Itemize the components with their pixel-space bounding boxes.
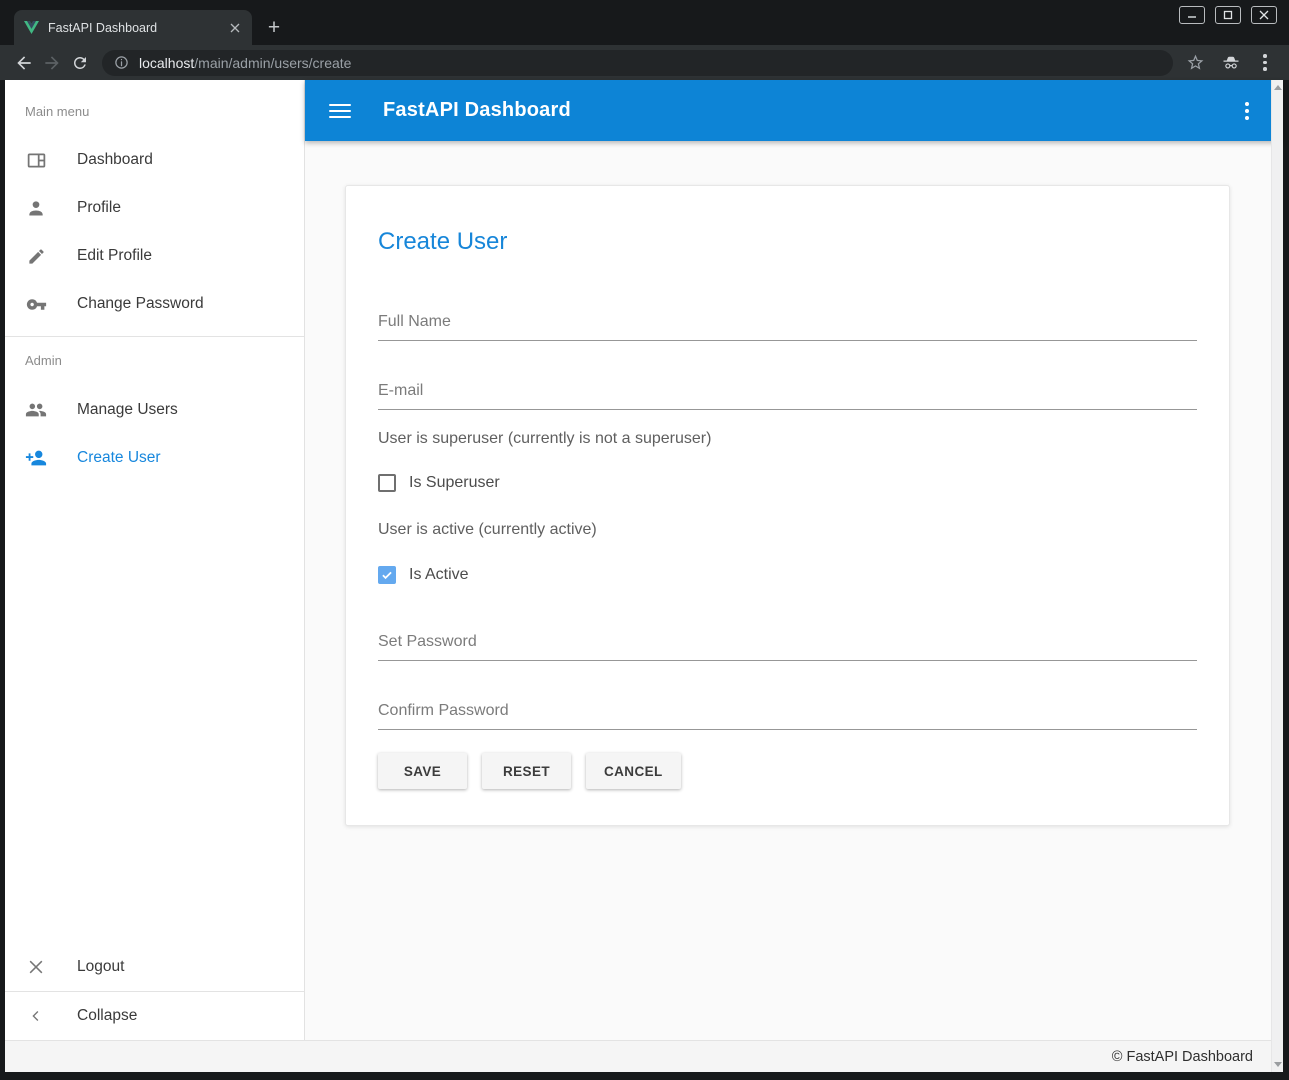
- is-active-checkbox[interactable]: Is Active: [378, 565, 1197, 585]
- sidebar-item-label: Change Password: [77, 295, 204, 313]
- main-content: FastAPI Dashboard Create User User is su…: [305, 80, 1283, 1040]
- checkbox-label: Is Active: [409, 566, 469, 584]
- person-add-icon: [25, 447, 47, 469]
- scroll-up-icon[interactable]: [1274, 85, 1282, 90]
- address-bar[interactable]: localhost/main/admin/users/create: [102, 50, 1173, 76]
- sidebar-item-label: Create User: [77, 449, 161, 467]
- appbar-kebab-icon[interactable]: [1235, 99, 1259, 123]
- checkbox-checked-icon[interactable]: [378, 566, 396, 584]
- sidebar-item-label: Profile: [77, 199, 121, 217]
- is-superuser-checkbox[interactable]: Is Superuser: [378, 473, 1197, 493]
- maximize-button[interactable]: [1215, 6, 1241, 24]
- sidebar-item-create-user[interactable]: Create User: [5, 434, 304, 482]
- sidebar-item-manage-users[interactable]: Manage Users: [5, 386, 304, 434]
- url-path: /main/admin/users/create: [194, 55, 351, 71]
- vue-favicon-icon: [24, 21, 39, 34]
- forward-icon[interactable]: [38, 49, 66, 77]
- new-tab-button[interactable]: +: [260, 14, 288, 42]
- window-controls: [1179, 6, 1277, 24]
- reset-button[interactable]: RESET: [482, 753, 571, 789]
- save-button[interactable]: SAVE: [378, 753, 467, 789]
- sidebar-section-admin: Admin: [5, 351, 304, 371]
- page-body: Main menu Dashboard Profile: [5, 80, 1283, 1072]
- active-helper-text: User is active (currently active): [378, 521, 1197, 539]
- page-scrollbar[interactable]: [1271, 80, 1283, 1072]
- url-text: localhost/main/admin/users/create: [139, 55, 351, 71]
- hamburger-menu-icon[interactable]: [329, 104, 351, 118]
- titlebar: FastAPI Dashboard +: [0, 0, 1289, 45]
- sidebar-item-change-password[interactable]: Change Password: [5, 280, 304, 328]
- chevron-left-icon: [25, 1005, 47, 1027]
- sidebar-item-profile[interactable]: Profile: [5, 184, 304, 232]
- checkbox-unchecked-icon[interactable]: [378, 474, 396, 492]
- sidebar-item-dashboard[interactable]: Dashboard: [5, 136, 304, 184]
- incognito-icon: [1217, 49, 1245, 77]
- superuser-helper-text: User is superuser (currently is not a su…: [378, 430, 1197, 448]
- checkbox-label: Is Superuser: [409, 474, 500, 492]
- sidebar-item-label: Dashboard: [77, 151, 153, 169]
- site-footer: © FastAPI Dashboard: [5, 1040, 1283, 1072]
- sidebar-item-collapse[interactable]: Collapse: [5, 992, 304, 1040]
- sidebar-section-main-menu: Main menu: [5, 102, 304, 122]
- confirm-password-input[interactable]: [378, 702, 1197, 730]
- tab-title: FastAPI Dashboard: [48, 21, 226, 35]
- app-bar: FastAPI Dashboard: [305, 80, 1283, 141]
- tab-close-icon[interactable]: [226, 19, 244, 37]
- browser-toolbar: localhost/main/admin/users/create: [0, 45, 1289, 80]
- back-icon[interactable]: [10, 49, 38, 77]
- close-window-button[interactable]: [1251, 6, 1277, 24]
- email-input[interactable]: [378, 382, 1197, 410]
- sidebar: Main menu Dashboard Profile: [5, 80, 305, 1040]
- sidebar-item-edit-profile[interactable]: Edit Profile: [5, 232, 304, 280]
- scroll-down-icon[interactable]: [1274, 1062, 1282, 1067]
- page-title: Create User: [378, 228, 1197, 256]
- minimize-button[interactable]: [1179, 6, 1205, 24]
- url-host: localhost: [139, 55, 194, 71]
- cancel-button[interactable]: CANCEL: [586, 753, 681, 789]
- sidebar-item-label: Edit Profile: [77, 247, 152, 265]
- form-buttons: SAVE RESET CANCEL: [378, 753, 1197, 789]
- sidebar-item-label: Collapse: [77, 1007, 137, 1025]
- browser-window: FastAPI Dashboard +: [0, 0, 1289, 1080]
- person-icon: [25, 197, 47, 219]
- sidebar-item-label: Logout: [77, 958, 124, 976]
- copyright-text: © FastAPI Dashboard: [1112, 1049, 1253, 1065]
- appbar-title: FastAPI Dashboard: [383, 99, 571, 122]
- create-user-card: Create User User is superuser (currently…: [345, 185, 1230, 826]
- browser-menu-kebab-icon[interactable]: [1251, 49, 1279, 77]
- sidebar-item-logout[interactable]: Logout: [5, 943, 304, 991]
- sidebar-divider: [5, 336, 304, 337]
- site-info-icon[interactable]: [114, 55, 129, 70]
- dashboard-icon: [25, 149, 47, 171]
- people-icon: [25, 399, 47, 421]
- full-name-input[interactable]: [378, 313, 1197, 341]
- key-icon: [25, 293, 47, 315]
- close-icon: [25, 956, 47, 978]
- bookmark-star-icon[interactable]: [1181, 49, 1209, 77]
- browser-tab[interactable]: FastAPI Dashboard: [14, 10, 252, 45]
- sidebar-item-label: Manage Users: [77, 401, 178, 419]
- reload-icon[interactable]: [66, 49, 94, 77]
- set-password-input[interactable]: [378, 633, 1197, 661]
- pencil-icon: [25, 245, 47, 267]
